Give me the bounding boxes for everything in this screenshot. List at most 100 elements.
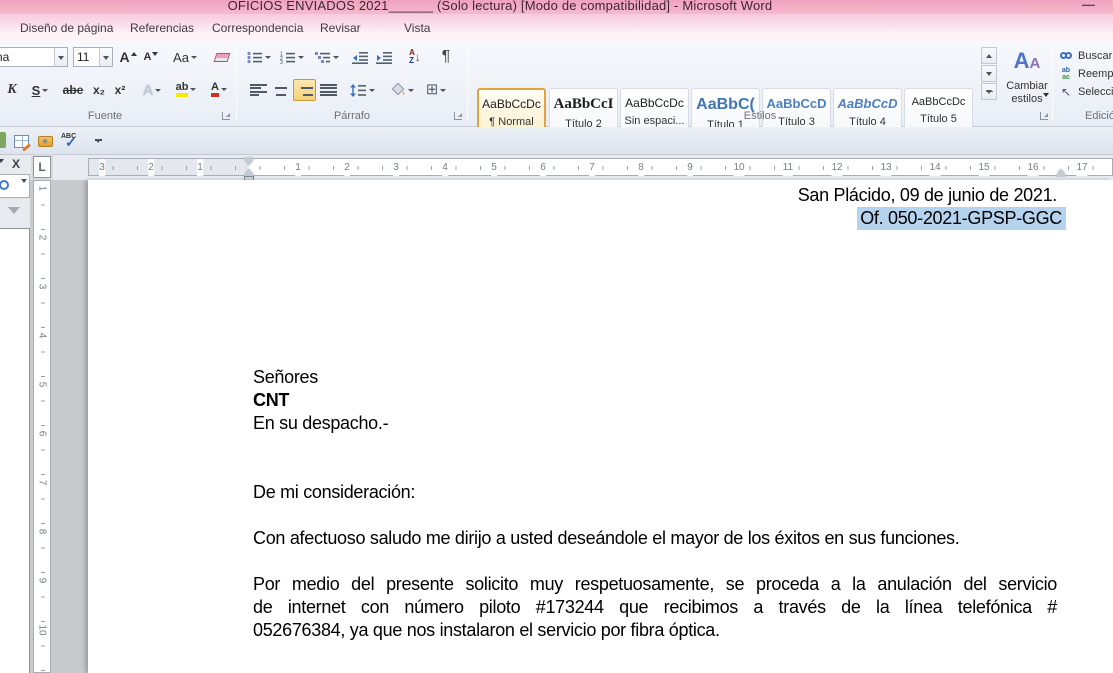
ruler-number: 2 [344, 159, 350, 176]
replace-button[interactable]: ab ac Reemp [1058, 65, 1113, 82]
paragraph-group-label: Párrafo [292, 110, 412, 122]
increase-indent-button[interactable] [373, 46, 395, 68]
font-name-combo[interactable]: oma [0, 47, 68, 67]
group-separator [467, 44, 468, 120]
chevron-down-icon[interactable] [21, 179, 27, 183]
find-button[interactable]: Buscar [1058, 47, 1113, 64]
decrease-indent-icon [352, 51, 369, 64]
increase-indent-icon [376, 51, 393, 64]
ribbon-tab-row: Diseño de página Referencias Corresponde… [0, 14, 1113, 41]
align-right-button[interactable] [293, 79, 316, 101]
numbering-button[interactable]: 1 2 3 [277, 46, 307, 68]
title-bar[interactable]: OFICIOS ENVIADOS 2021______ (Solo lectur… [0, 0, 1113, 14]
chevron-down-icon[interactable] [99, 48, 112, 66]
pane-search-combo[interactable] [0, 174, 30, 198]
sort-button[interactable]: A Z ↓ [402, 46, 428, 68]
line-spacing-button[interactable] [347, 79, 377, 101]
customize-qat-button[interactable] [88, 132, 108, 150]
clear-formatting-button[interactable] [210, 46, 234, 68]
align-left-button[interactable] [247, 79, 269, 101]
tab-correspondencia[interactable]: Correspondencia [208, 19, 307, 37]
change-styles-label-2[interactable]: estilos [997, 93, 1057, 105]
task-pane: X [0, 155, 30, 673]
cropped-toolbar-icon[interactable] [0, 132, 6, 148]
letter-body-line-1: Por medio del presente solicito muy resp… [253, 573, 1057, 596]
tab-diseno-de-pagina[interactable]: Diseño de página [16, 19, 117, 37]
eraser-icon [214, 53, 231, 62]
italic-button[interactable]: K [2, 79, 22, 101]
right-indent-marker[interactable] [1056, 169, 1066, 176]
align-center-button[interactable] [270, 79, 292, 101]
hanging-indent-marker[interactable] [244, 169, 254, 176]
font-dialog-launcher[interactable] [222, 112, 230, 120]
underline-button[interactable]: S [26, 79, 54, 101]
ruler-number: 5 [37, 380, 48, 390]
styles-group-label: Estilos [700, 110, 820, 122]
word-window: OFICIOS ENVIADOS 2021______ (Solo lectur… [0, 0, 1113, 673]
superscript-button[interactable]: x² [110, 79, 130, 101]
align-right-icon [296, 84, 313, 96]
change-case-button[interactable]: Aa [170, 46, 200, 68]
subscript-button[interactable]: x₂ [89, 79, 109, 101]
show-marks-button[interactable]: ¶ [434, 45, 458, 69]
selected-text[interactable]: Of. 050-2021-GPSP-GGC [857, 207, 1066, 230]
highlight-button[interactable]: ab [170, 77, 202, 101]
spelling-grammar-button[interactable]: ABC ✓ [60, 132, 80, 150]
letter-date-line: San Plácido, 09 de junio de 2021. [253, 184, 1057, 207]
text-effects-button[interactable]: A [138, 79, 166, 101]
align-center-icon [273, 84, 290, 96]
styles-gallery-more-button[interactable] [981, 83, 997, 100]
pane-content[interactable] [0, 228, 30, 673]
pane-menu-icon[interactable] [0, 159, 4, 163]
shrink-font-button[interactable]: A [140, 46, 162, 68]
font-color-button[interactable]: A [204, 77, 234, 101]
tab-vista[interactable]: Vista [400, 19, 434, 37]
chevron-down-icon[interactable] [54, 48, 67, 66]
minimize-button[interactable]: — [1082, 0, 1095, 12]
decrease-indent-button[interactable] [349, 46, 371, 68]
change-styles-label-1[interactable]: Cambiar [997, 80, 1057, 92]
paragraph-dialog-launcher[interactable] [454, 112, 462, 120]
ruler-number: 3 [99, 159, 105, 176]
v-ruler[interactable]: 12345678910 [33, 180, 51, 673]
ruler-number: 1 [295, 159, 301, 176]
ruler-number: 7 [37, 478, 48, 488]
ruler-number: 10 [733, 159, 744, 176]
ruler-number: 14 [929, 159, 940, 176]
editing-group-label: Edició [1040, 110, 1113, 122]
ruler-number: 11 [783, 159, 793, 176]
pane-close-button[interactable]: X [12, 157, 20, 171]
change-styles-button[interactable]: AA [1004, 45, 1050, 79]
highlight-icon: ab [176, 82, 189, 97]
tab-stop-selector[interactable]: L [33, 156, 51, 178]
pilcrow-icon: ¶ [442, 48, 451, 66]
first-line-indent-marker[interactable] [244, 158, 254, 165]
text-effects-icon: A [143, 82, 154, 99]
pane-next-arrow[interactable] [8, 207, 20, 214]
grow-font-button[interactable]: A [117, 46, 139, 68]
open-folder-button[interactable]: ✳ [35, 132, 55, 150]
document-page[interactable]: San Plácido, 09 de junio de 2021. Of. 05… [88, 180, 1113, 673]
letter-salutation: De mi consideración: [253, 481, 1057, 504]
styles-scroll-down-button[interactable] [981, 65, 997, 82]
select-button[interactable]: ↖ Selecci [1058, 83, 1113, 100]
multilevel-list-button[interactable] [311, 46, 343, 68]
ruler-number: 12 [831, 159, 842, 176]
h-ruler[interactable]: 3211234567891011121314151617 [88, 158, 1113, 176]
justify-button[interactable] [317, 79, 339, 101]
ruler-number: 10 [37, 625, 48, 635]
ruler-number: 6 [37, 429, 48, 439]
strikethrough-button[interactable]: abe [58, 79, 88, 101]
draw-table-button[interactable] [11, 132, 31, 150]
borders-button[interactable]: ⊞ [420, 79, 452, 101]
shading-button[interactable] [387, 79, 417, 101]
tab-revisar[interactable]: Revisar [316, 19, 365, 37]
window-title: OFICIOS ENVIADOS 2021______ (Solo lectur… [0, 0, 1000, 13]
styles-scroll-up-button[interactable] [981, 47, 997, 64]
ruler-number: 5 [491, 159, 497, 176]
tab-referencias[interactable]: Referencias [126, 19, 198, 37]
bullets-button[interactable] [245, 46, 273, 68]
font-size-combo[interactable]: 11 [73, 47, 113, 67]
quick-access-toolbar: ✳ ABC ✓ [0, 127, 1113, 155]
letter-recipient-2: CNT [253, 389, 1057, 412]
